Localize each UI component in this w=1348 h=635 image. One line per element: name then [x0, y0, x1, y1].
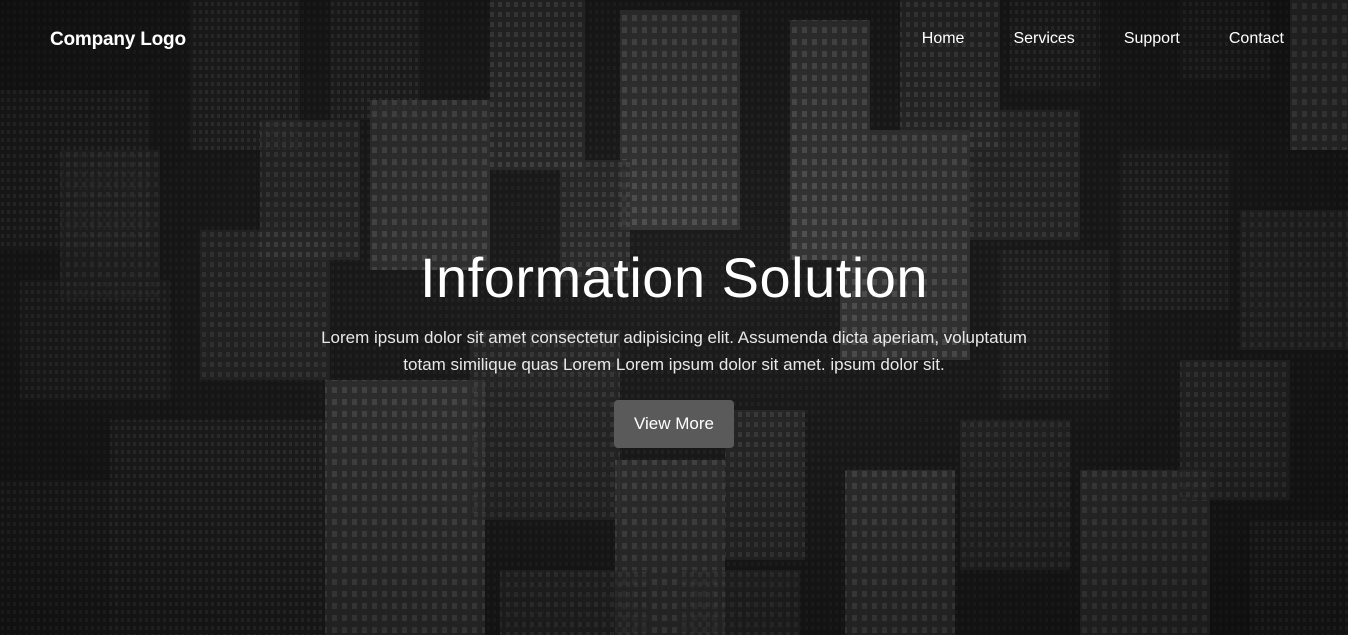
nav-link-contact[interactable]: Contact	[1229, 30, 1284, 48]
hero-description: Lorem ipsum dolor sit amet consectetur a…	[321, 328, 1027, 374]
nav-link-support[interactable]: Support	[1124, 30, 1180, 48]
top-navbar: Company Logo Home Services Support Conta…	[0, 0, 1348, 80]
nav-link-services[interactable]: Services	[1013, 30, 1074, 48]
nav-links: Home Services Support Contact	[873, 30, 1284, 48]
nav-link-home[interactable]: Home	[922, 30, 965, 48]
company-logo[interactable]: Company Logo	[50, 29, 186, 51]
hero-section: Company Logo Home Services Support Conta…	[0, 0, 1348, 635]
hero-title: Information Solution	[419, 246, 929, 309]
hero-content: Information Solution Lorem ipsum dolor s…	[0, 240, 1348, 448]
view-more-button[interactable]: View More	[614, 400, 734, 448]
